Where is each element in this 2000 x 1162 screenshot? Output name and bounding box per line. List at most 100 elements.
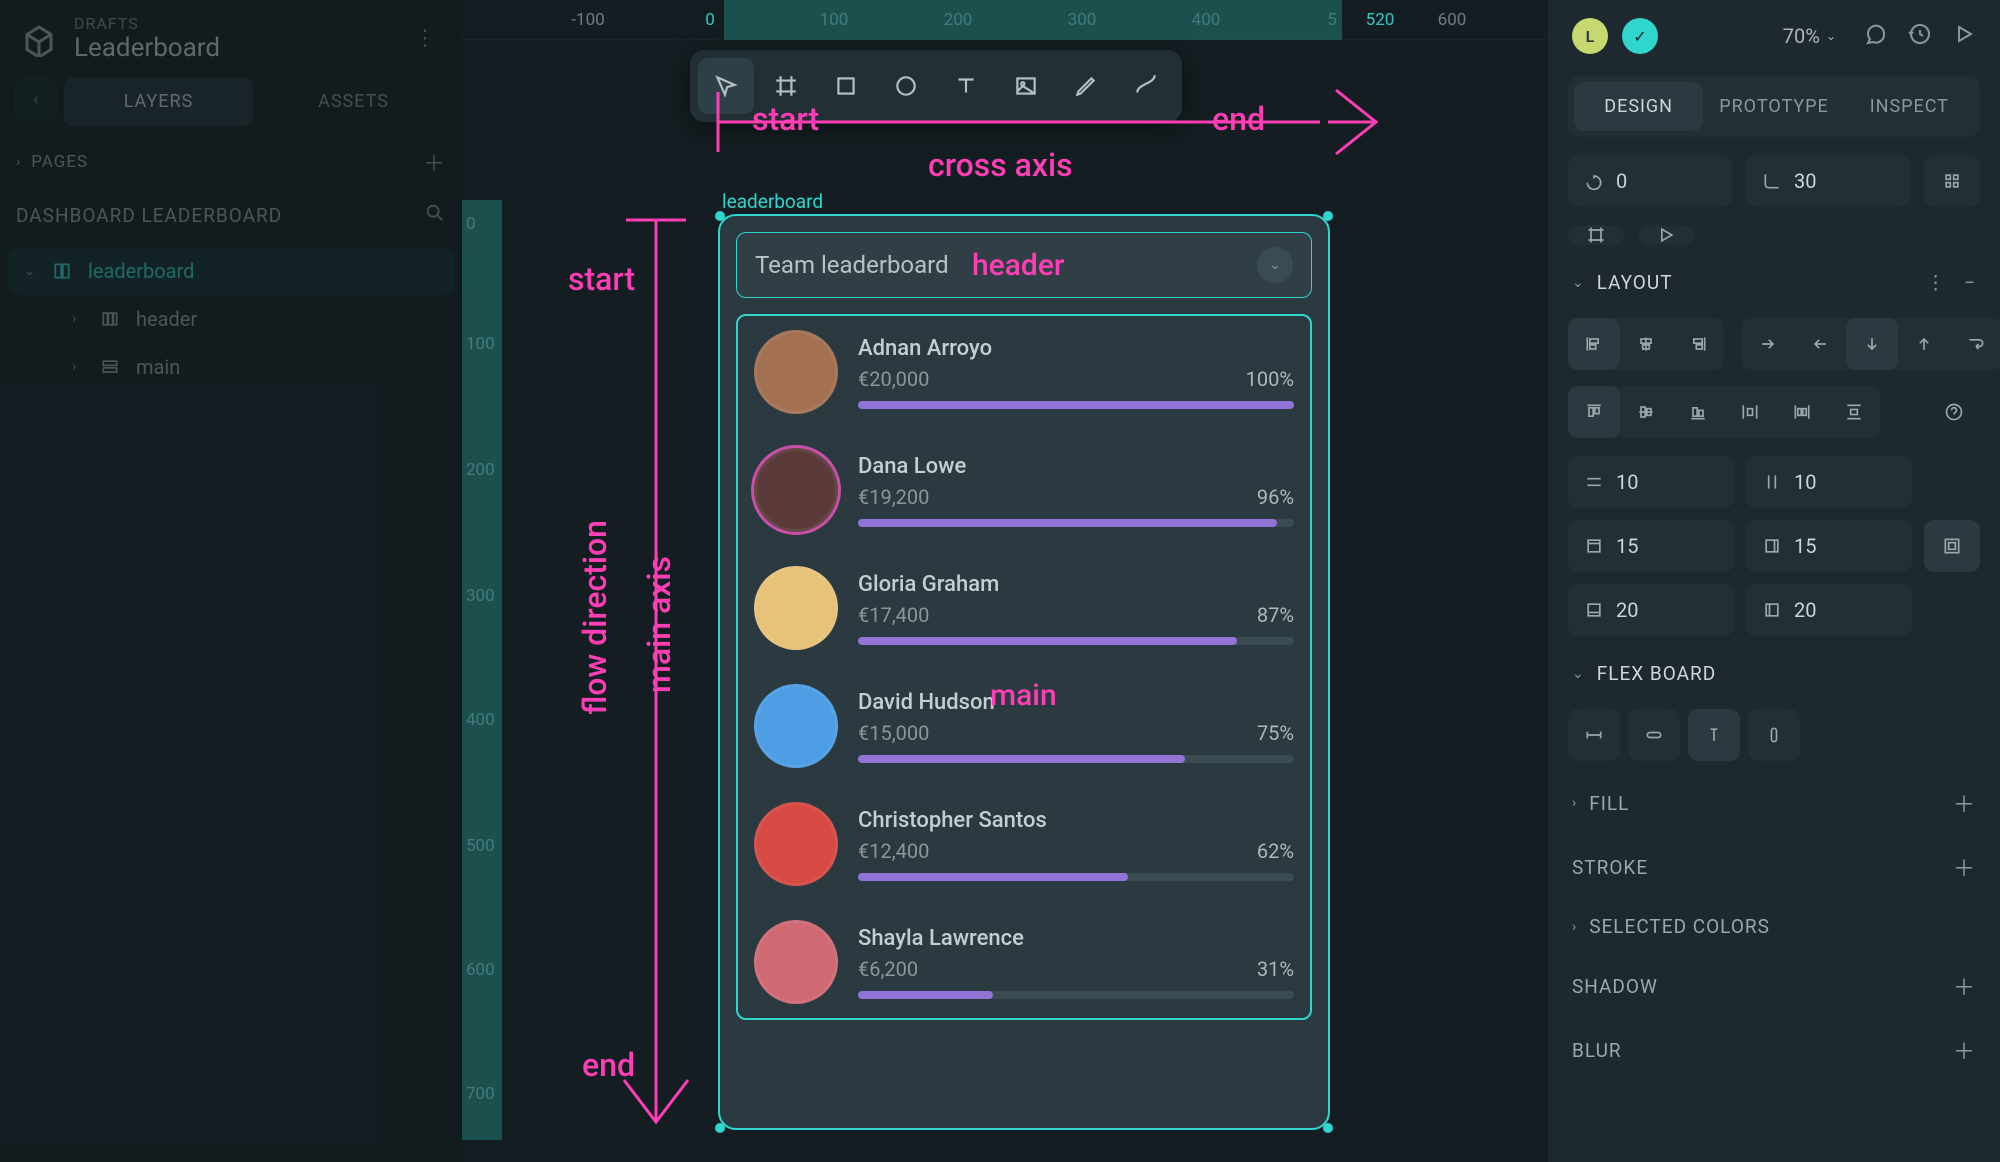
- main-axis-label: main axis: [640, 556, 678, 693]
- user-row[interactable]: Christopher Santos €12,40062%: [738, 802, 1310, 886]
- padding-right-input[interactable]: 15: [1746, 520, 1912, 572]
- padding-bottom-input[interactable]: 20: [1568, 584, 1734, 636]
- add-fill-icon[interactable]: ＋: [1953, 787, 1976, 819]
- radius-input[interactable]: 30: [1746, 155, 1910, 207]
- space-evenly-icon[interactable]: [1828, 386, 1880, 438]
- project-more-icon[interactable]: ⋮: [406, 18, 444, 59]
- text-width-icon[interactable]: [1688, 709, 1740, 761]
- layer-label: main: [136, 355, 180, 379]
- chevron-right-icon[interactable]: ›: [1572, 795, 1577, 811]
- padding-all-icon[interactable]: [1924, 520, 1980, 572]
- clip-content-icon[interactable]: [1568, 225, 1624, 245]
- project-icon: [18, 18, 60, 60]
- tab-assets[interactable]: ASSETS: [259, 77, 448, 126]
- user-row[interactable]: Dana Lowe €19,200 96%: [738, 448, 1310, 532]
- ruler-selection-h: [724, 0, 1342, 40]
- rows-icon: [100, 357, 122, 377]
- user-name: Dana Lowe: [858, 454, 966, 479]
- zoom-level[interactable]: 70%⌄: [1783, 24, 1836, 48]
- more-icon[interactable]: ⋮: [1926, 271, 1946, 294]
- avatar: [754, 448, 838, 532]
- user-name: Gloria Graham: [858, 572, 999, 597]
- padding-left-input[interactable]: 20: [1746, 584, 1912, 636]
- user-avatar[interactable]: L: [1572, 18, 1608, 54]
- wrap-icon[interactable]: [1950, 318, 2000, 370]
- align-bottom-icon[interactable]: [1672, 386, 1724, 438]
- comment-icon[interactable]: [1864, 22, 1888, 50]
- tab-prototype[interactable]: PROTOTYPE: [1709, 82, 1838, 131]
- width-icon[interactable]: [1568, 709, 1620, 761]
- height-icon[interactable]: [1748, 709, 1800, 761]
- right-panel: L ✓ 70%⌄ DESIGN PROTOTYPE INSPECT 0 30 ⌄: [1548, 0, 2000, 1162]
- pill-icon[interactable]: [1628, 709, 1680, 761]
- direction-up-icon[interactable]: [1898, 318, 1950, 370]
- user-amount: €19,200: [858, 485, 929, 509]
- artboard-label: leaderboard: [722, 190, 823, 213]
- user-row[interactable]: Adnan Arroyo €20,000100%: [738, 330, 1310, 414]
- chevron-down-icon[interactable]: ⌄: [1257, 247, 1293, 283]
- rotation-input[interactable]: 0: [1568, 155, 1732, 207]
- avatar: [754, 920, 838, 1004]
- align-middle-icon[interactable]: [1620, 386, 1672, 438]
- user-row[interactable]: Gloria Graham €17,40087%: [738, 566, 1310, 650]
- pages-row[interactable]: › PAGES ＋: [0, 136, 462, 188]
- align-left-icon[interactable]: [1568, 318, 1620, 370]
- add-page-icon[interactable]: ＋: [423, 146, 446, 178]
- history-icon[interactable]: [1908, 22, 1932, 50]
- user-name: Shayla Lawrence: [858, 926, 1024, 951]
- avatar: [754, 566, 838, 650]
- selected-colors-label: SELECTED COLORS: [1589, 915, 1770, 938]
- header-title: Team leaderboard: [755, 251, 949, 279]
- layer-leaderboard[interactable]: ⌄ leaderboard: [8, 247, 454, 295]
- fill-label: FILL: [1589, 792, 1629, 815]
- flow-direction-label: flow direction: [576, 520, 614, 715]
- direction-right-icon[interactable]: [1742, 318, 1794, 370]
- add-stroke-icon[interactable]: ＋: [1953, 851, 1976, 883]
- row-gap-input[interactable]: 10: [1568, 456, 1734, 508]
- chevron-down-icon[interactable]: ⌄: [1572, 666, 1585, 682]
- layer-main[interactable]: › main: [8, 343, 454, 391]
- pages-label: PAGES: [31, 152, 88, 172]
- space-between-h-icon[interactable]: [1724, 386, 1776, 438]
- header-section-label: header: [972, 248, 1065, 283]
- remove-layout-icon[interactable]: −: [1964, 271, 1976, 294]
- chevron-right-icon: ›: [16, 154, 21, 170]
- user-name: Christopher Santos: [858, 808, 1047, 833]
- play-icon[interactable]: [1638, 225, 1694, 245]
- user-row[interactable]: Shayla Lawrence €6,20031%: [738, 920, 1310, 1004]
- chevron-down-icon[interactable]: ⌄: [1572, 275, 1585, 291]
- user-percent: 62%: [1257, 839, 1294, 863]
- corner-options-icon[interactable]: [1924, 155, 1980, 207]
- play-icon[interactable]: [1952, 22, 1976, 50]
- current-page-label: DASHBOARD LEADERBOARD: [16, 204, 282, 227]
- help-icon[interactable]: [1928, 386, 1980, 438]
- align-right-icon[interactable]: [1672, 318, 1724, 370]
- tab-design[interactable]: DESIGN: [1574, 82, 1703, 131]
- ruler-tick: 600: [1438, 10, 1467, 30]
- avatar: [754, 684, 838, 768]
- space-around-icon[interactable]: [1776, 386, 1828, 438]
- search-icon[interactable]: [424, 202, 446, 229]
- artboard[interactable]: Team leaderboard ⌄ Adnan Arroyo €20,0001…: [718, 214, 1330, 1130]
- drafts-label: DRAFTS: [74, 14, 220, 33]
- progress-bar: [858, 637, 1294, 645]
- align-top-icon[interactable]: [1568, 386, 1620, 438]
- chevron-right-icon[interactable]: ›: [1572, 919, 1577, 935]
- padding-top-input[interactable]: 15: [1568, 520, 1734, 572]
- tab-layers[interactable]: LAYERS: [64, 77, 253, 126]
- add-blur-icon[interactable]: ＋: [1953, 1034, 1976, 1066]
- user-percent: 96%: [1257, 485, 1294, 509]
- col-gap-input[interactable]: 10: [1746, 456, 1912, 508]
- add-shadow-icon[interactable]: ＋: [1953, 970, 1976, 1002]
- left-panel: DRAFTS Leaderboard ⋮ ‹ LAYERS ASSETS › P…: [0, 0, 462, 1162]
- direction-left-icon[interactable]: [1794, 318, 1846, 370]
- artboard-main[interactable]: Adnan Arroyo €20,000100% Dana Lowe €19,2…: [736, 314, 1312, 1020]
- layer-header[interactable]: › header: [8, 295, 454, 343]
- direction-down-icon[interactable]: [1846, 318, 1898, 370]
- tab-inspect[interactable]: INSPECT: [1845, 82, 1974, 131]
- back-button[interactable]: ‹: [14, 77, 58, 121]
- progress-bar: [858, 991, 1294, 999]
- start-h-label: start: [752, 100, 819, 138]
- align-center-h-icon[interactable]: [1620, 318, 1672, 370]
- canvas[interactable]: -10001002003004005520600 010020030040050…: [462, 0, 1548, 1162]
